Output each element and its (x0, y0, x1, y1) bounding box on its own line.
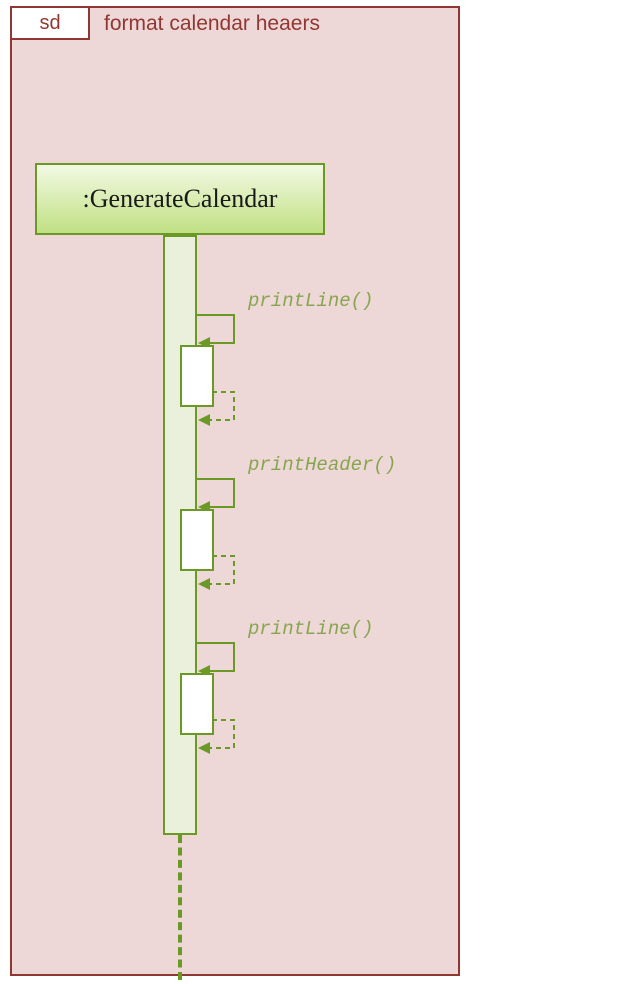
frame-title: format calendar heaers (104, 12, 320, 36)
message-printheader: printHeader() (248, 454, 396, 476)
frame-tab-label: sd (39, 12, 60, 35)
participant-generate-calendar: :GenerateCalendar (35, 163, 325, 235)
activation-3 (180, 673, 214, 735)
message-printline-2: printLine() (248, 618, 373, 640)
sequence-frame: sd format calendar heaers :GenerateCalen… (10, 6, 460, 976)
message-printline-1: printLine() (248, 290, 373, 312)
frame-tab: sd (10, 6, 90, 40)
activation-1 (180, 345, 214, 407)
lifeline-dashed (178, 835, 182, 980)
activation-2 (180, 509, 214, 571)
participant-label: :GenerateCalendar (83, 184, 278, 214)
